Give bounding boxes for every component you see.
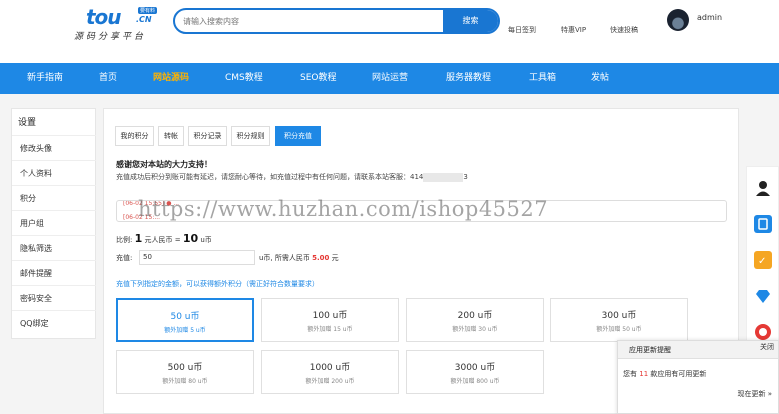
recharge-option[interactable]: 50 u币 额外加赠 5 u币 <box>116 298 254 342</box>
sidebar-item-qq[interactable]: QQ绑定 <box>12 310 96 335</box>
user-service-icon[interactable] <box>754 179 772 197</box>
bonus-hint: 充值下列指定的金额，可以获得额外积分（需正好符合数量要求） <box>116 280 319 288</box>
nav-item-seo[interactable]: SEO教程 <box>300 63 336 94</box>
ratio-coin: 10 <box>182 232 199 245</box>
app-update-popup: 应用更新提醒 关闭 您有 11 款应用有可用更新 现在更新 » <box>617 340 779 414</box>
recharge-option[interactable]: 1000 u币 额外加赠 200 u币 <box>261 350 399 394</box>
popup-prefix: 您有 <box>623 370 637 378</box>
logo-domain: .CN <box>136 15 152 24</box>
update-now-link[interactable]: 现在更新 » <box>737 389 772 399</box>
nav-item-server[interactable]: 服务器教程 <box>446 63 491 94</box>
nav-item-cms[interactable]: CMS教程 <box>225 63 263 94</box>
popup-title: 应用更新提醒 <box>618 341 778 359</box>
option-bonus: 额外加赠 800 u币 <box>450 378 500 385</box>
option-bonus: 额外加赠 15 u币 <box>307 326 353 333</box>
redacted-contact <box>423 172 464 182</box>
sidebar-item-avatar[interactable]: 修改头像 <box>12 135 96 160</box>
logo-badge: 要有料 <box>138 7 158 14</box>
tab-credit-rules[interactable]: 积分规则 <box>231 126 270 146</box>
settings-sidebar: 设置 修改头像 个人资料 积分 用户组 隐私筛选 邮件提醒 密码安全 QQ绑定 <box>11 108 96 339</box>
sidebar-item-email[interactable]: 邮件提醒 <box>12 260 96 285</box>
float-toolbar: ✓ <box>746 166 779 348</box>
ratio-rmb: 1 <box>134 232 143 245</box>
recharge-option[interactable]: 200 u币 额外加赠 30 u币 <box>406 298 544 342</box>
sidebar-item-profile[interactable]: 个人资料 <box>12 160 96 185</box>
shop-watermark: https://www.huzhan.com/ishop45527 <box>138 197 549 221</box>
charge-amount-input[interactable]: 50 <box>139 250 255 265</box>
nav-item-guide[interactable]: 新手指南 <box>27 63 63 94</box>
ratio-coin-unit: u币 <box>200 236 212 244</box>
tab-transfer[interactable]: 转帐 <box>158 126 184 146</box>
notice-text: 充值成功后积分到账可能有延迟，请您耐心等待，如充值过程中有任何问题，请联系本站客… <box>116 173 424 181</box>
recharge-option[interactable]: 300 u币 额外加赠 50 u币 <box>550 298 688 342</box>
recharge-option[interactable]: 100 u币 额外加赠 15 u币 <box>261 298 399 342</box>
option-amount: 500 u币 <box>167 363 203 373</box>
submit-post-link[interactable]: 快速投稿 <box>610 25 638 35</box>
popup-close-button[interactable]: 关闭 <box>760 342 774 352</box>
popup-message: 您有 11 款应用有可用更新 <box>623 369 706 379</box>
thanks-message: 感谢您对本站的大力支持！ <box>116 160 212 169</box>
option-amount: 50 u币 <box>170 312 200 322</box>
option-bonus: 额外加赠 50 u币 <box>596 326 642 333</box>
charge-unit: u币, 所需人民币 <box>259 254 310 262</box>
nav-item-operation[interactable]: 网站运营 <box>372 63 408 94</box>
svg-text:✓: ✓ <box>758 256 766 267</box>
tab-credit-log[interactable]: 积分记录 <box>188 126 227 146</box>
sign-in-icon[interactable]: ✓ <box>754 251 772 269</box>
diamond-icon[interactable] <box>754 287 772 305</box>
option-bonus: 额外加赠 80 u币 <box>162 378 208 385</box>
nav-item-tools[interactable]: 工具箱 <box>529 63 556 94</box>
avatar[interactable] <box>667 9 689 31</box>
tab-my-credits[interactable]: 我的积分 <box>115 126 154 146</box>
main-nav: 新手指南 首页 网站源码 CMS教程 SEO教程 网站运营 服务器教程 工具箱 … <box>0 63 779 94</box>
sidebar-item-privacy[interactable]: 隐私筛选 <box>12 235 96 260</box>
sidebar-item-credits[interactable]: 积分 <box>12 185 96 210</box>
weibo-icon[interactable] <box>754 323 772 341</box>
nav-item-home[interactable]: 首页 <box>99 63 117 94</box>
option-amount: 3000 u币 <box>454 363 496 373</box>
site-header: tou 要有料 .CN 源码分享平台 搜索 每日签到 特惠VIP 快速投稿 ad… <box>0 0 779 63</box>
sidebar-item-security[interactable]: 密码安全 <box>12 285 96 310</box>
vip-link[interactable]: 特惠VIP <box>561 25 586 35</box>
option-amount: 200 u币 <box>457 311 493 321</box>
option-amount: 100 u币 <box>312 311 348 321</box>
option-bonus: 额外加赠 30 u币 <box>452 326 498 333</box>
site-logo[interactable]: tou 要有料 .CN 源码分享平台 <box>74 5 166 42</box>
logo-wordmark: tou <box>86 5 122 29</box>
update-count: 11 <box>639 370 649 378</box>
recharge-option[interactable]: 500 u币 额外加赠 80 u币 <box>116 350 254 394</box>
recharge-notice: 充值成功后积分到账可能有延迟，请您耐心等待，如充值过程中有任何问题，请联系本站客… <box>116 172 468 182</box>
ratio-label: 比例: <box>116 236 133 244</box>
tab-credit-recharge[interactable]: 积分充值 <box>275 126 321 146</box>
notice-tail: 3 <box>463 173 468 181</box>
recharge-option[interactable]: 3000 u币 额外加赠 800 u币 <box>406 350 544 394</box>
logo-tagline: 源码分享平台 <box>74 32 147 42</box>
charge-money: 5.00 <box>312 254 330 262</box>
nav-item-source[interactable]: 网站源码 <box>153 63 189 94</box>
option-bonus: 额外加赠 5 u币 <box>164 327 206 334</box>
option-amount: 1000 u币 <box>309 363 351 373</box>
nav-item-post[interactable]: 发帖 <box>591 63 609 94</box>
sidebar-item-usergroup[interactable]: 用户组 <box>12 210 96 235</box>
search-box: 搜索 <box>173 8 500 34</box>
sidebar-title: 设置 <box>18 118 37 128</box>
popup-suffix: 款应用有可用更新 <box>650 370 707 378</box>
username[interactable]: admin <box>697 13 722 22</box>
option-bonus: 额外加赠 200 u币 <box>305 378 355 385</box>
app-store-icon[interactable] <box>754 215 772 233</box>
charge-label: 充值: <box>116 254 133 262</box>
ratio-rmb-unit: 元人民币 = <box>144 236 181 244</box>
daily-signin-link[interactable]: 每日签到 <box>508 25 536 35</box>
charge-money-unit: 元 <box>331 254 339 262</box>
charge-summary: u币, 所需人民币 5.00 元 <box>259 253 339 263</box>
search-button[interactable]: 搜索 <box>443 10 498 32</box>
option-amount: 300 u币 <box>601 311 637 321</box>
exchange-ratio: 比例: 1 元人民币 = 10 u币 <box>116 232 212 245</box>
search-input[interactable] <box>183 12 443 30</box>
